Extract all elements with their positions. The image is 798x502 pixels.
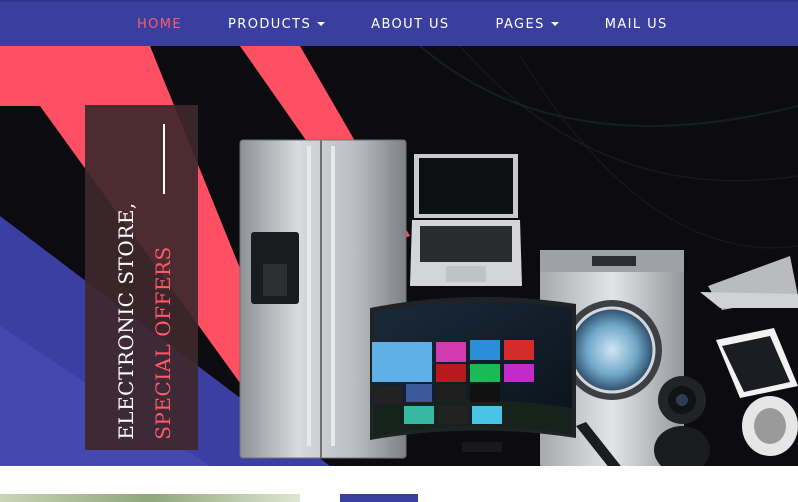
nav-about[interactable]: ABOUT US [371,17,449,32]
nav-products-label: PRODUCTS [228,16,312,32]
badge-divider-line [163,124,165,194]
nav-mail-label: MAIL US [604,16,668,32]
content-section-top [0,466,798,502]
nav-products[interactable]: PRODUCTS [228,16,326,32]
section-image [0,494,300,502]
nav-pages[interactable]: PAGES [496,17,559,32]
promo-badge: ELECTRONIC STORE, SPECIAL OFFERS [85,105,198,450]
nav-mail[interactable]: MAIL US [605,17,668,32]
nav-pages-label: PAGES [495,16,545,32]
hero-banner: ELECTRONIC STORE, SPECIAL OFFERS [0,46,798,466]
nav-home[interactable]: HOME [137,17,182,32]
section-button[interactable] [340,494,418,502]
caret-down-icon [550,22,559,26]
nav-home-label: HOME [137,16,183,32]
nav-menu: HOME PRODUCTS ABOUT US PAGES MAIL US [0,2,668,46]
top-navbar: HOME PRODUCTS ABOUT US PAGES MAIL US [0,0,798,46]
nav-about-label: ABOUT US [371,16,450,32]
promo-title-line2: SPECIAL OFFERS [151,246,175,440]
caret-down-icon [317,22,326,26]
promo-title-line1: ELECTRONIC STORE, [114,202,138,440]
promo-text: ELECTRONIC STORE, SPECIAL OFFERS [104,202,178,440]
